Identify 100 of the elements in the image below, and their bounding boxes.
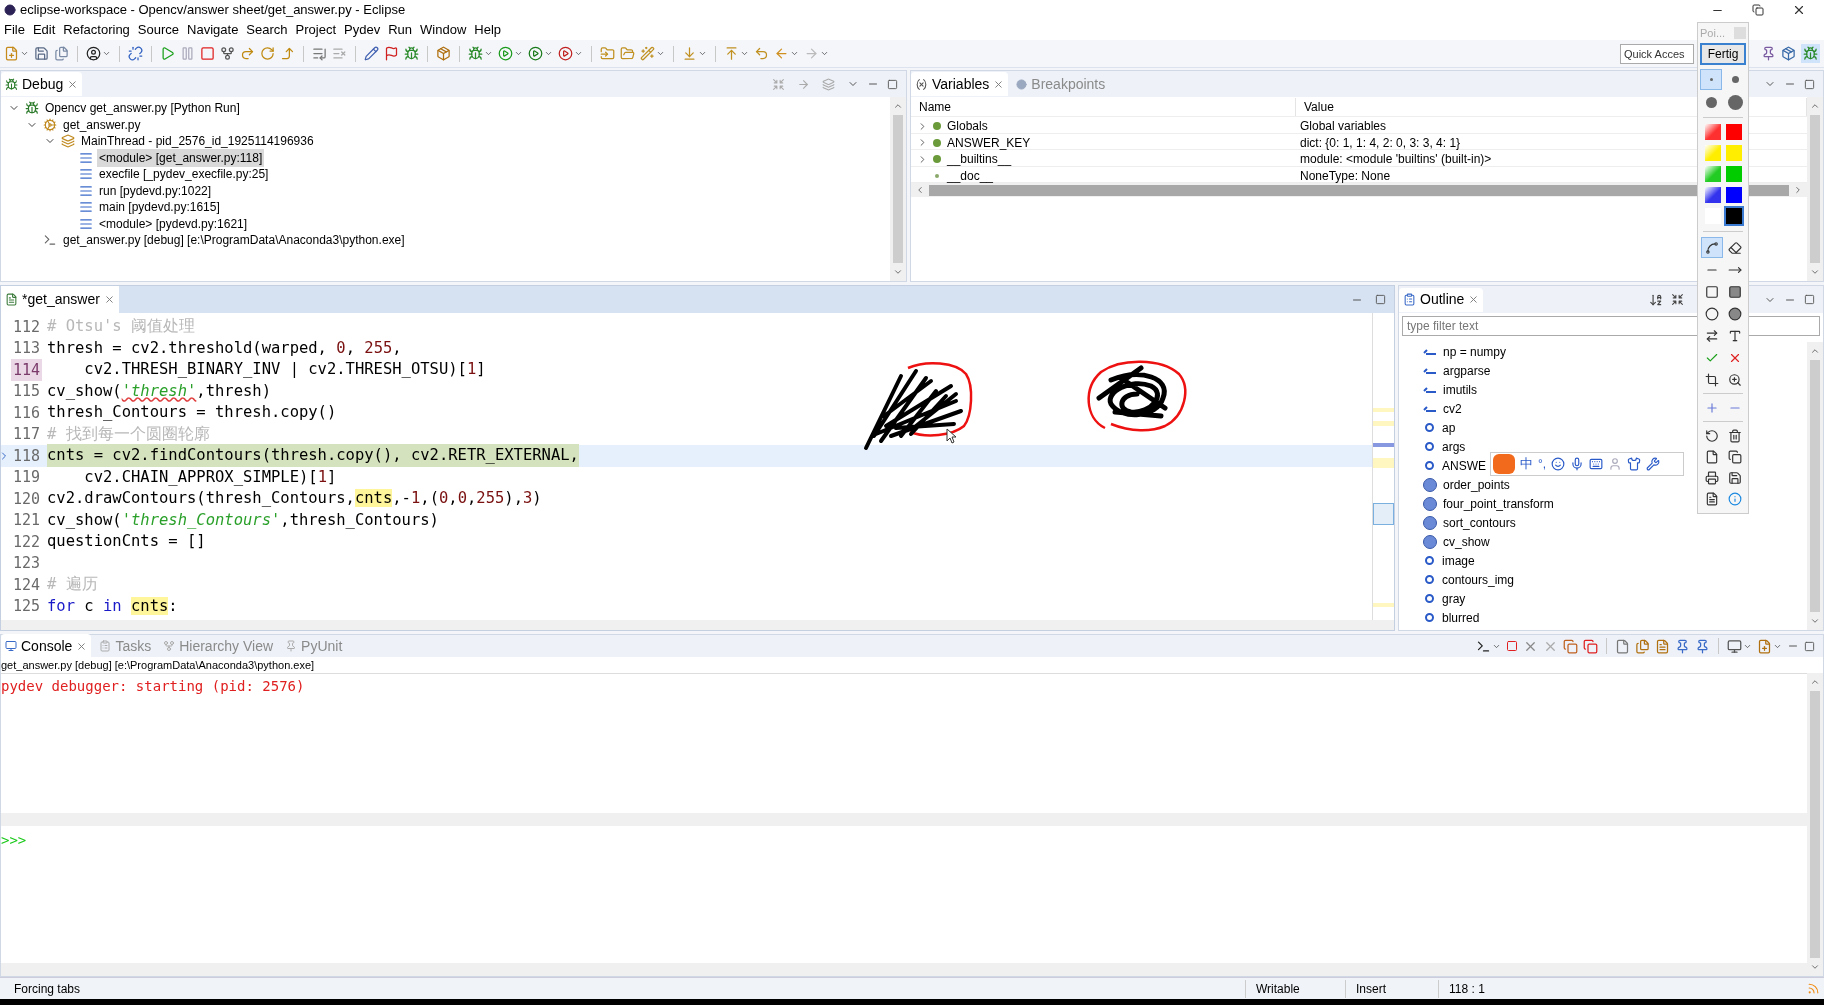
new-page-icon[interactable] (1704, 449, 1719, 464)
maximize-icon[interactable] (887, 78, 898, 90)
panel-tab[interactable]: Debug (1, 72, 83, 96)
outline-item[interactable]: cv_show (1443, 532, 1490, 551)
outline-item[interactable]: argparse (1443, 361, 1491, 380)
outline-item[interactable]: blurred (1442, 608, 1480, 627)
folder-icon[interactable] (600, 46, 615, 61)
filter-field[interactable]: type filter text (1402, 316, 1820, 336)
play-icon[interactable] (528, 46, 543, 61)
outline-item[interactable]: gray (1442, 589, 1466, 608)
play-icon[interactable] (160, 46, 175, 61)
keyboard-icon[interactable] (1589, 457, 1604, 471)
panel-tab[interactable]: Outline (1399, 287, 1484, 312)
trash-icon[interactable] (1727, 428, 1742, 443)
outline-item[interactable]: four_point_transform (1443, 494, 1554, 513)
ellipse-icon[interactable] (1704, 306, 1719, 321)
tree-item[interactable]: <module> [get_answer.py:118] (97, 148, 265, 167)
outline-item[interactable]: imutils (1443, 380, 1477, 399)
copy-icon[interactable] (1727, 449, 1742, 464)
save-icon[interactable] (1727, 470, 1742, 485)
scroll-down-icon[interactable] (893, 267, 903, 277)
tree-item[interactable]: <module> [pydevd.py:1621] (97, 214, 250, 233)
dropdown-caret-icon[interactable] (698, 49, 707, 58)
menu-item[interactable]: Pydev (340, 20, 385, 40)
pause-icon[interactable] (180, 46, 195, 61)
outline-item[interactable]: cv2 (1443, 399, 1462, 418)
scroll-down-icon[interactable] (1810, 616, 1820, 626)
menu-item[interactable]: File (0, 20, 29, 40)
printer-icon[interactable] (1704, 470, 1719, 485)
color-swatch[interactable] (1725, 166, 1742, 182)
dropdown-caret-icon[interactable] (514, 49, 523, 58)
arrow-up-icon[interactable] (724, 46, 739, 61)
color-swatch[interactable] (1704, 145, 1721, 161)
menu-item[interactable]: Source (133, 20, 184, 40)
files-icon[interactable] (1635, 638, 1650, 654)
rotate-icon[interactable] (260, 46, 275, 61)
export-icon[interactable] (1704, 491, 1719, 506)
color-swatch[interactable] (1704, 124, 1721, 140)
sort-icon[interactable] (1649, 292, 1663, 307)
wrench-icon[interactable] (1646, 457, 1661, 471)
vertical-scrollbar[interactable] (890, 97, 906, 281)
maximize-icon[interactable] (1804, 294, 1815, 305)
vertical-scrollbar[interactable] (1807, 673, 1823, 976)
done-button[interactable]: Fertig (1700, 43, 1746, 65)
arrow-right-icon[interactable] (797, 77, 810, 91)
color-swatch[interactable] (1725, 208, 1742, 224)
horizontal-scrollbar[interactable] (1, 620, 1394, 630)
rectangle-icon[interactable] (1704, 284, 1719, 299)
unlink-icon[interactable] (128, 46, 143, 61)
outline-item[interactable]: args (1442, 437, 1466, 456)
tree-item[interactable]: execfile [_pydev_execfile.py:25] (97, 165, 271, 184)
pin-icon[interactable] (1675, 638, 1690, 654)
pencil-icon[interactable] (364, 46, 379, 61)
color-swatch[interactable] (1725, 124, 1742, 140)
flag-icon[interactable] (384, 46, 399, 61)
scroll-up-icon[interactable] (1810, 346, 1820, 356)
color-swatch[interactable] (1704, 187, 1721, 203)
wand-icon[interactable] (640, 46, 655, 61)
terminal-icon[interactable] (1476, 638, 1491, 654)
tree-item[interactable]: Opencv get_answer.py [Python Run] (43, 99, 242, 118)
menu-item[interactable]: Edit (28, 20, 60, 40)
vertical-scrollbar[interactable] (1807, 342, 1823, 630)
editor-tab[interactable]: *get_answer (1, 286, 119, 313)
folder-icon[interactable] (620, 46, 635, 61)
menu-item[interactable]: Search (242, 20, 292, 40)
punctuation-toggle[interactable]: °, (1538, 455, 1547, 473)
bug-icon[interactable] (468, 46, 483, 61)
tree-item[interactable]: get_answer.py (61, 115, 143, 134)
outline-item[interactable]: ANSWE (1442, 456, 1486, 475)
dropdown-caret-icon[interactable] (484, 49, 493, 58)
document-icon[interactable] (1655, 638, 1670, 654)
dropdown-caret-icon[interactable] (656, 49, 665, 58)
bug-icon[interactable] (404, 46, 419, 61)
maximize-icon[interactable] (1804, 78, 1815, 90)
files-icon[interactable] (54, 46, 69, 61)
scroll-up-icon[interactable] (893, 101, 903, 111)
text-icon[interactable] (1727, 328, 1742, 343)
menu-item[interactable]: Window (416, 20, 471, 40)
fork-icon[interactable] (220, 46, 235, 61)
display-icon[interactable] (1727, 638, 1742, 654)
zoom-icon[interactable] (1727, 372, 1742, 387)
outline-item[interactable]: image (1442, 551, 1475, 570)
stop-icon[interactable] (1506, 640, 1518, 652)
feed-icon[interactable] (1807, 982, 1820, 995)
panel-tab[interactable]: Variables (911, 72, 1009, 96)
tree-item[interactable]: main [pydevd.py:1615] (97, 198, 222, 217)
dropdown-caret-icon[interactable] (740, 49, 749, 58)
pin-icon[interactable] (1761, 46, 1776, 61)
close-window-icon[interactable] (1792, 3, 1806, 17)
play-icon[interactable] (558, 46, 573, 61)
horizontal-scrollbar[interactable] (1, 813, 1807, 826)
user-icon[interactable] (86, 46, 101, 61)
input-mode-toggle[interactable]: 中 (1520, 454, 1533, 474)
dropdown-caret-icon[interactable] (544, 49, 553, 58)
menu-item[interactable]: Navigate (183, 20, 243, 40)
bug-icon[interactable] (1803, 46, 1818, 61)
plus-icon[interactable] (1704, 400, 1719, 415)
quick-access-field[interactable]: Quick Acces (1620, 43, 1694, 64)
info-icon[interactable] (1727, 491, 1742, 506)
color-swatch[interactable] (1704, 166, 1721, 182)
